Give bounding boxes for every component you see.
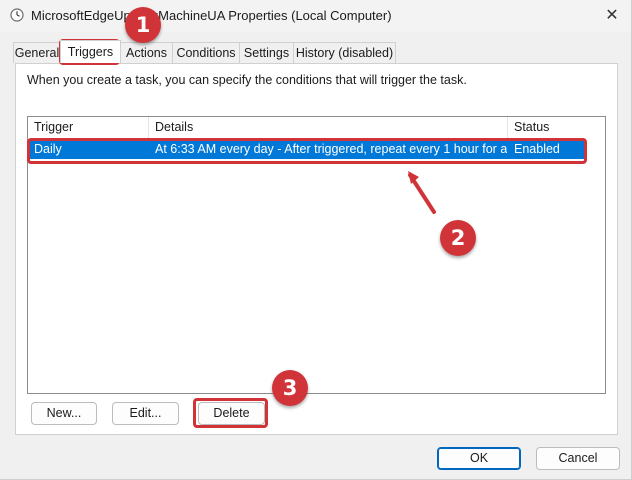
tab-settings[interactable]: Settings <box>239 42 294 63</box>
intro-text: When you create a task, you can specify … <box>27 73 467 87</box>
window-title: MicrosoftEdgeUpdaskMachineUA Properties … <box>31 8 392 23</box>
edit-button[interactable]: Edit... <box>112 402 179 425</box>
tab-history[interactable]: History (disabled) <box>293 42 396 63</box>
clock-icon <box>10 8 24 22</box>
details-cell: At 6:33 AM every day - After triggered, … <box>155 142 507 156</box>
tab-general[interactable]: General <box>13 42 61 63</box>
cancel-button[interactable]: Cancel <box>536 447 620 470</box>
triggers-list[interactable]: Trigger Details Status Daily At 6:33 AM … <box>27 116 606 394</box>
tab-conditions[interactable]: Conditions <box>172 42 240 63</box>
tab-triggers[interactable]: Triggers <box>60 40 121 63</box>
table-row[interactable]: Daily At 6:33 AM every day - After trigg… <box>30 139 585 159</box>
tab-actions[interactable]: Actions <box>120 42 173 63</box>
pointer-arrow-icon <box>408 171 436 214</box>
column-header-trigger[interactable]: Trigger <box>28 117 149 138</box>
column-header-details[interactable]: Details <box>149 117 508 138</box>
status-cell: Enabled <box>514 142 560 156</box>
triggers-panel: When you create a task, you can specify … <box>15 63 618 435</box>
close-button[interactable]: ✕ <box>602 6 622 26</box>
properties-dialog: MicrosoftEdgeUpdaskMachineUA Properties … <box>0 0 632 480</box>
step-badge-2: 2 <box>440 220 476 256</box>
step-badge-3: 3 <box>272 370 308 406</box>
ok-button[interactable]: OK <box>437 447 521 470</box>
step-badge-1: 1 <box>125 7 161 43</box>
trigger-cell: Daily <box>34 142 62 156</box>
title-bar: MicrosoftEdgeUpdaskMachineUA Properties … <box>0 0 631 32</box>
delete-button[interactable]: Delete <box>198 402 265 425</box>
new-button[interactable]: New... <box>31 402 97 425</box>
column-header-status[interactable]: Status <box>508 117 604 138</box>
